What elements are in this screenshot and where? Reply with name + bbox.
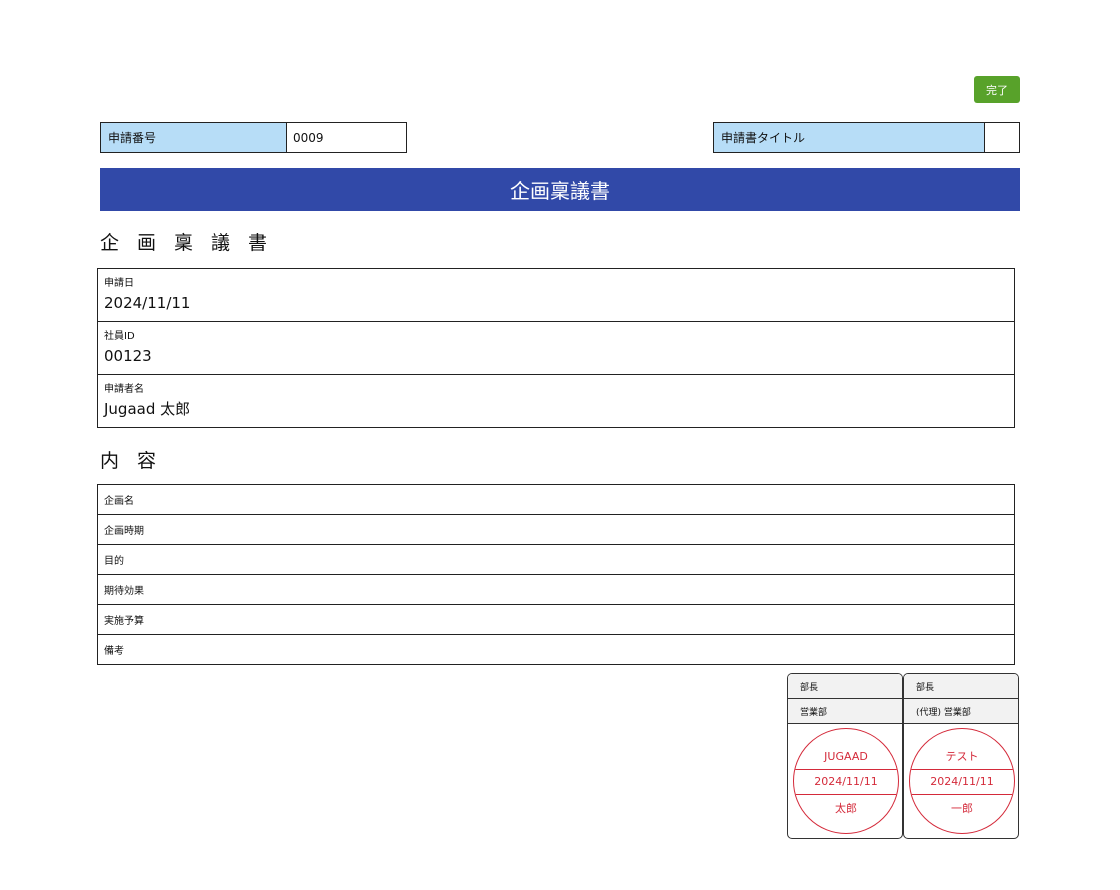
stamp-area: テスト 2024/11/11 一郎 xyxy=(904,724,1018,838)
employee-id-value: 00123 xyxy=(104,347,152,365)
purpose-row: 目的 xyxy=(98,545,1014,575)
stamp-area: JUGAAD 2024/11/11 太郎 xyxy=(788,724,902,838)
stamp-name: JUGAAD xyxy=(824,750,868,763)
approver-department: (代理) 営業部 xyxy=(904,699,1018,724)
complete-button[interactable]: 完了 xyxy=(974,76,1020,103)
approver-role: 部長 xyxy=(788,674,902,699)
stamp-divider xyxy=(910,769,1014,770)
plan-name-row: 企画名 xyxy=(98,485,1014,515)
application-title-value xyxy=(985,123,1019,152)
remarks-row: 備考 xyxy=(104,646,124,657)
stamp-given-name: 一郎 xyxy=(951,802,973,815)
approval-stamp: テスト 2024/11/11 一郎 xyxy=(909,728,1015,834)
approver-role: 部長 xyxy=(904,674,1018,699)
application-date-row: 申請日 2024/11/11 xyxy=(98,269,1014,322)
approval-box-2: 部長 (代理) 営業部 テスト 2024/11/11 一郎 xyxy=(903,673,1019,839)
applicant-info-table: 申請日 2024/11/11 社員ID 00123 申請者名 Jugaad 太郎 xyxy=(97,268,1015,428)
application-number-value: 0009 xyxy=(287,123,406,152)
expected-effect-row: 期待効果 xyxy=(98,575,1014,605)
plan-period-row: 企画時期 xyxy=(98,515,1014,545)
employee-id-row: 社員ID 00123 xyxy=(98,322,1014,375)
stamp-divider xyxy=(910,794,1014,795)
application-date-value: 2024/11/11 xyxy=(104,294,191,312)
stamp-date: 2024/11/11 xyxy=(814,775,878,788)
stamp-date: 2024/11/11 xyxy=(930,775,994,788)
content-table: 企画名 企画時期 目的 期待効果 実施予算 備考 xyxy=(97,484,1015,665)
application-date-label: 申請日 xyxy=(104,278,134,289)
application-number-label: 申請番号 xyxy=(101,123,287,152)
approver-department: 営業部 xyxy=(788,699,902,724)
application-number-field: 申請番号 0009 xyxy=(100,122,407,153)
application-title-field: 申請書タイトル xyxy=(713,122,1020,153)
application-title-label: 申請書タイトル xyxy=(714,123,985,152)
stamp-name: テスト xyxy=(945,750,979,763)
applicant-name-row: 申請者名 Jugaad 太郎 xyxy=(98,375,1014,427)
approval-stamp: JUGAAD 2024/11/11 太郎 xyxy=(793,728,899,834)
stamp-divider xyxy=(794,794,898,795)
document-heading: 企画稟議書 xyxy=(100,232,286,254)
applicant-name-label: 申請者名 xyxy=(104,384,144,395)
applicant-name-value: Jugaad 太郎 xyxy=(104,400,191,418)
approval-box-1: 部長 営業部 JUGAAD 2024/11/11 太郎 xyxy=(787,673,903,839)
content-heading: 内容 xyxy=(100,450,175,472)
stamp-given-name: 太郎 xyxy=(835,802,857,815)
form-title-banner: 企画稟議書 xyxy=(100,168,1020,211)
budget-row: 実施予算 xyxy=(98,605,1014,635)
stamp-divider xyxy=(794,769,898,770)
employee-id-label: 社員ID xyxy=(104,331,135,342)
